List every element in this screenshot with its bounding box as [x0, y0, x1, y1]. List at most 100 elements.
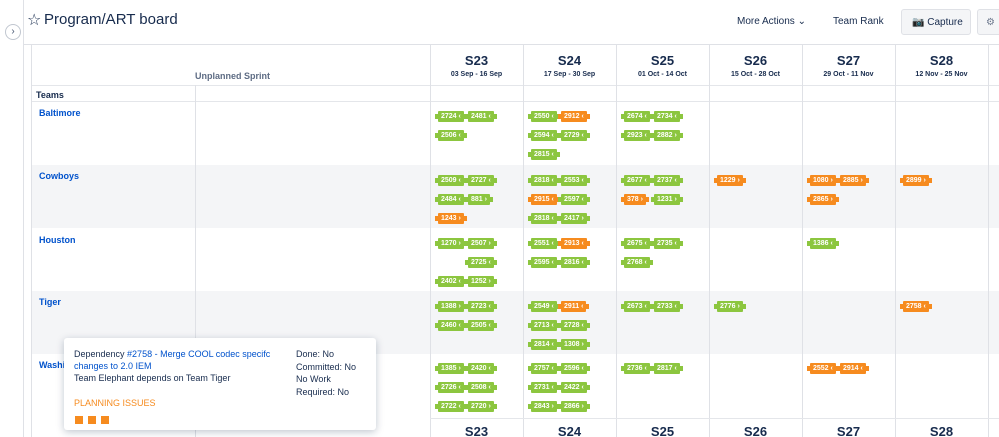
feature-card[interactable]: 2675 ‹ — [621, 238, 653, 249]
sprint-footer-s28: S28 — [929, 424, 954, 437]
feature-card[interactable]: 2713 ‹ — [528, 320, 560, 331]
program-board-app: › ☆ Program/ART board More Actions ⌄ Tea… — [0, 0, 999, 437]
feature-card[interactable]: 1229 › — [714, 175, 746, 186]
feature-card[interactable]: 2818 ‹ — [528, 213, 560, 224]
feature-card[interactable]: 2673 ‹ — [621, 301, 653, 312]
feature-card[interactable]: 1080 › — [807, 175, 839, 186]
feature-card[interactable]: 1270 › — [435, 238, 467, 249]
feature-card[interactable]: 2481 ‹ — [465, 111, 497, 122]
feature-card[interactable]: 2720 › — [465, 401, 497, 412]
feature-card[interactable]: 2866 › — [558, 401, 590, 412]
team-tiger[interactable]: Tiger — [39, 297, 61, 307]
sprint-name: S27 — [836, 53, 861, 68]
feature-card[interactable]: 2817 ‹ — [651, 363, 683, 374]
feature-card[interactable]: 2722 ‹ — [435, 401, 467, 412]
team-houston[interactable]: Houston — [39, 235, 76, 245]
feature-card[interactable]: 2506 ‹ — [435, 130, 467, 141]
feature-card[interactable]: 2420 ‹ — [465, 363, 497, 374]
feature-card[interactable]: 2674 ‹ — [621, 111, 653, 122]
issue-indicator[interactable] — [75, 416, 83, 424]
feature-card[interactable]: 2595 ‹ — [528, 257, 560, 268]
feature-card[interactable]: 2723 ‹ — [465, 301, 497, 312]
feature-card[interactable]: 2885 › — [837, 175, 869, 186]
feature-card[interactable]: 2508 ‹ — [465, 382, 497, 393]
feature-card[interactable]: 2553 ‹ — [558, 175, 590, 186]
feature-card[interactable]: 2733 ‹ — [651, 301, 683, 312]
feature-card[interactable]: 881 › — [465, 194, 493, 205]
team-baltimore[interactable]: Baltimore — [39, 108, 81, 118]
feature-card[interactable]: 2913 ‹ — [558, 238, 590, 249]
feature-card[interactable]: 2677 ‹ — [621, 175, 653, 186]
feature-card[interactable]: 2776 › — [714, 301, 746, 312]
feature-card[interactable]: 2736 ‹ — [621, 363, 653, 374]
feature-card[interactable]: 2417 › — [558, 213, 590, 224]
feature-card[interactable]: 2731 ‹ — [528, 382, 560, 393]
team-washi[interactable]: Washi — [39, 360, 65, 370]
feature-card[interactable]: 2402 ‹ — [435, 276, 467, 287]
feature-card[interactable]: 2865 › — [807, 194, 839, 205]
feature-card[interactable]: 2923 ‹ — [621, 130, 653, 141]
grid-line — [988, 45, 989, 437]
feature-card[interactable]: 2594 ‹ — [528, 130, 560, 141]
feature-card[interactable]: 2843 › — [528, 401, 560, 412]
page-title: Program/ART board — [44, 11, 178, 28]
issue-indicator[interactable] — [101, 416, 109, 424]
team-cowboys[interactable]: Cowboys — [39, 171, 79, 181]
issue-indicator[interactable] — [88, 416, 96, 424]
feature-card[interactable]: 2551 ‹ — [528, 238, 560, 249]
feature-card[interactable]: 2549 ‹ — [528, 301, 560, 312]
feature-card[interactable]: 2734 ‹ — [651, 111, 683, 122]
feature-card[interactable]: 2737 ‹ — [651, 175, 683, 186]
feature-card[interactable]: 378 › — [621, 194, 649, 205]
feature-card[interactable]: 1231 › — [651, 194, 683, 205]
expand-sidebar-chevron-icon[interactable]: › — [5, 24, 21, 40]
feature-card[interactable]: 2550 ‹ — [528, 111, 560, 122]
feature-card[interactable]: 2899 › — [900, 175, 932, 186]
feature-card[interactable]: 2768 ‹ — [621, 257, 653, 268]
status-committed: Committed: No — [296, 361, 357, 372]
feature-card[interactable]: 2815 ‹ — [528, 149, 560, 160]
feature-card[interactable]: 2597 ‹ — [558, 194, 590, 205]
feature-card[interactable]: 2725 ‹ — [465, 257, 497, 268]
feature-card[interactable]: 2507 › — [465, 238, 497, 249]
feature-card[interactable]: 2818 ‹ — [528, 175, 560, 186]
sprint-footer-s27: S27 — [836, 424, 861, 437]
gear-icon[interactable]: ⚙ — [977, 9, 999, 35]
feature-card[interactable]: 2882 › — [651, 130, 683, 141]
team-rank-button[interactable]: Team Rank — [833, 9, 884, 35]
more-actions-button[interactable]: More Actions ⌄ — [737, 9, 806, 35]
feature-card[interactable]: 2596 ‹ — [558, 363, 590, 374]
feature-card[interactable]: 2726 ‹ — [435, 382, 467, 393]
feature-card[interactable]: 2552 ‹ — [807, 363, 839, 374]
feature-card[interactable]: 2509 ‹ — [435, 175, 467, 186]
feature-card[interactable]: 2914 ‹ — [837, 363, 869, 374]
feature-card[interactable]: 2724 ‹ — [435, 111, 467, 122]
feature-card[interactable]: 1308 › — [558, 339, 590, 350]
feature-card[interactable]: 2729 ‹ — [558, 130, 590, 141]
sprint-header-s24: S24 17 Sep - 30 Sep — [523, 53, 616, 93]
feature-card[interactable]: 1252 › — [465, 276, 497, 287]
feature-card[interactable]: 2727 ‹ — [465, 175, 497, 186]
feature-card[interactable]: 2814 ‹ — [528, 339, 560, 350]
feature-card[interactable]: 2422 ‹ — [558, 382, 590, 393]
feature-card[interactable]: 2915 ‹ — [528, 194, 560, 205]
unplanned-sprint-header: Unplanned Sprint — [195, 71, 270, 81]
feature-card[interactable]: 1388 › — [435, 301, 467, 312]
grid-line — [616, 45, 617, 437]
feature-card[interactable]: 2816 ‹ — [558, 257, 590, 268]
feature-card[interactable]: 1385 › — [435, 363, 467, 374]
feature-card[interactable]: 2460 ‹ — [435, 320, 467, 331]
feature-card[interactable]: 2758 ‹ — [900, 301, 932, 312]
feature-card[interactable]: 1243 › — [435, 213, 467, 224]
feature-card[interactable]: 2911 ‹ — [557, 301, 591, 312]
feature-card[interactable]: 2757 ‹ — [528, 363, 560, 374]
feature-card[interactable]: 2912 ‹ — [558, 111, 590, 122]
feature-card[interactable]: 2484 ‹ — [435, 194, 467, 205]
capture-button[interactable]: 📷 Capture — [901, 9, 971, 35]
feature-card[interactable]: 2505 ‹ — [465, 320, 497, 331]
feature-card[interactable]: 2735 ‹ — [651, 238, 683, 249]
sprint-name: S25 — [650, 53, 675, 68]
feature-card[interactable]: 1386 ‹ — [807, 238, 839, 249]
star-icon[interactable]: ☆ — [27, 10, 41, 30]
feature-card[interactable]: 2728 ‹ — [558, 320, 590, 331]
